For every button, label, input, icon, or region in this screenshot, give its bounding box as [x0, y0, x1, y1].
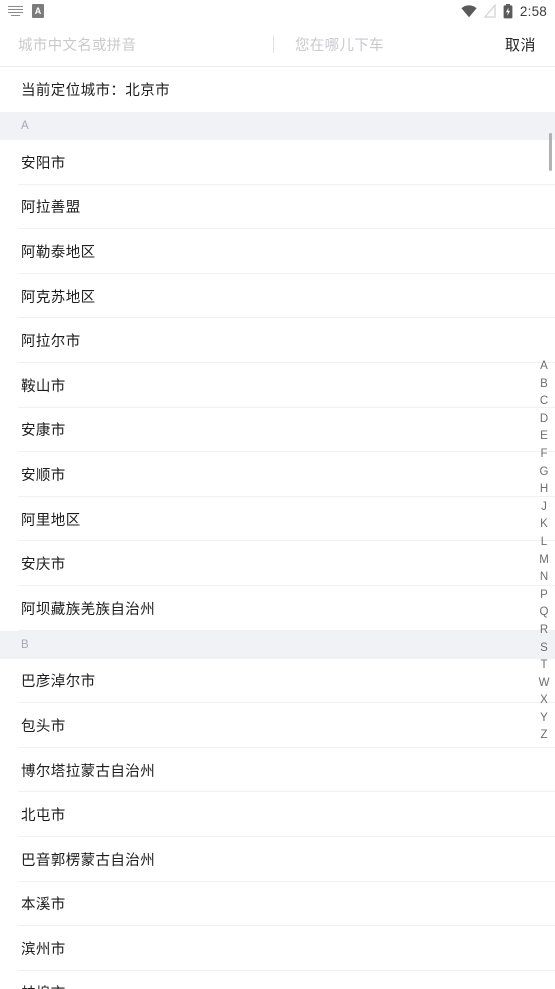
alphabet-index-letter-Y[interactable]: Y	[533, 710, 555, 728]
alphabet-index-letter-R[interactable]: R	[533, 622, 555, 640]
city-list-item[interactable]: 鞍山市	[0, 362, 555, 408]
alphabet-index-letter-D[interactable]: D	[533, 411, 555, 429]
alphabet-index-letter-K[interactable]: K	[533, 516, 555, 534]
city-search-input[interactable]: 城市中文名或拼音	[0, 22, 255, 66]
alphabet-index-letter-E[interactable]: E	[533, 428, 555, 446]
alphabet-index-letter-P[interactable]: P	[533, 587, 555, 605]
status-bar-clock: 2:58	[519, 3, 547, 19]
current-location-label: 当前定位城市：北京市	[21, 83, 170, 99]
city-list-item[interactable]: 北屯市	[0, 792, 555, 837]
alphabet-index[interactable]: ABCDEFGHJKLMNPQRSTWXYZ	[533, 358, 555, 745]
wifi-icon	[461, 4, 477, 18]
alphabet-index-letter-C[interactable]: C	[533, 393, 555, 411]
destination-search-input[interactable]: 您在哪儿下车	[274, 22, 505, 66]
vertical-scrollbar-thumb[interactable]	[549, 133, 552, 171]
alphabet-index-letter-Z[interactable]: Z	[533, 727, 555, 745]
city-list-item[interactable]: 滨州市	[0, 926, 555, 971]
battery-charging-icon	[503, 3, 513, 19]
alphabet-index-letter-W[interactable]: W	[533, 675, 555, 693]
city-list-item[interactable]: 阿坝藏族羌族自治州	[0, 585, 555, 631]
alphabet-index-letter-G[interactable]: G	[533, 464, 555, 482]
alphabet-index-letter-B[interactable]: B	[533, 376, 555, 394]
city-list-item[interactable]: 阿拉尔市	[0, 318, 555, 363]
current-location-row[interactable]: 当前定位城市：北京市	[0, 67, 555, 112]
alphabet-index-letter-J[interactable]: J	[533, 499, 555, 517]
city-list-item[interactable]: 本溪市	[0, 881, 555, 927]
alphabet-index-letter-T[interactable]: T	[533, 657, 555, 675]
alphabet-index-letter-S[interactable]: S	[533, 640, 555, 658]
city-picker-screen: A 2:58 城市中文名或拼音 您在哪儿下车 取消 当前定位城市：北京市 A 安…	[0, 0, 555, 989]
status-bar-right-icons: 2:58	[461, 3, 547, 19]
alphabet-index-letter-A[interactable]: A	[533, 358, 555, 376]
city-list-item[interactable]: 阿拉善盟	[0, 184, 555, 230]
city-list-item[interactable]: 巴彦淖尔市	[0, 658, 555, 704]
section-header: A	[0, 112, 555, 140]
city-list-item[interactable]: 安康市	[0, 407, 555, 453]
section-header: B	[0, 630, 555, 659]
sim-signal-icon	[483, 4, 496, 18]
alphabet-index-letter-X[interactable]: X	[533, 692, 555, 710]
city-list-item[interactable]: 阿里地区	[0, 496, 555, 542]
city-list-item[interactable]: 蚌埠市	[0, 970, 555, 989]
city-list-item[interactable]: 安庆市	[0, 541, 555, 586]
alphabet-index-letter-M[interactable]: M	[533, 552, 555, 570]
app-a-icon: A	[32, 4, 44, 18]
city-list-item[interactable]: 安顺市	[0, 452, 555, 497]
status-bar: A 2:58	[0, 0, 555, 22]
alphabet-index-letter-Q[interactable]: Q	[533, 604, 555, 622]
city-list-item[interactable]: 阿克苏地区	[0, 273, 555, 319]
city-list-item[interactable]: 安阳市	[0, 140, 555, 185]
city-list-item[interactable]: 巴音郭楞蒙古自治州	[0, 836, 555, 882]
alphabet-index-letter-L[interactable]: L	[533, 534, 555, 552]
search-bar: 城市中文名或拼音 您在哪儿下车 取消	[0, 22, 555, 66]
keyboard-icon	[8, 5, 23, 17]
city-list-item[interactable]: 阿勒泰地区	[0, 229, 555, 274]
city-list[interactable]: A 安阳市 阿拉善盟 阿勒泰地区 阿克苏地区 阿拉尔市 鞍山市 安康市 安顺市 阿里地区 安庆市 阿坝…	[0, 112, 555, 989]
cancel-button[interactable]: 取消	[505, 34, 555, 55]
alphabet-index-letter-F[interactable]: F	[533, 446, 555, 464]
status-bar-left-icons: A	[8, 4, 44, 18]
alphabet-index-letter-H[interactable]: H	[533, 481, 555, 499]
alphabet-index-letter-N[interactable]: N	[533, 569, 555, 587]
city-list-item[interactable]: 包头市	[0, 703, 555, 748]
city-list-item[interactable]: 博尔塔拉蒙古自治州	[0, 747, 555, 793]
